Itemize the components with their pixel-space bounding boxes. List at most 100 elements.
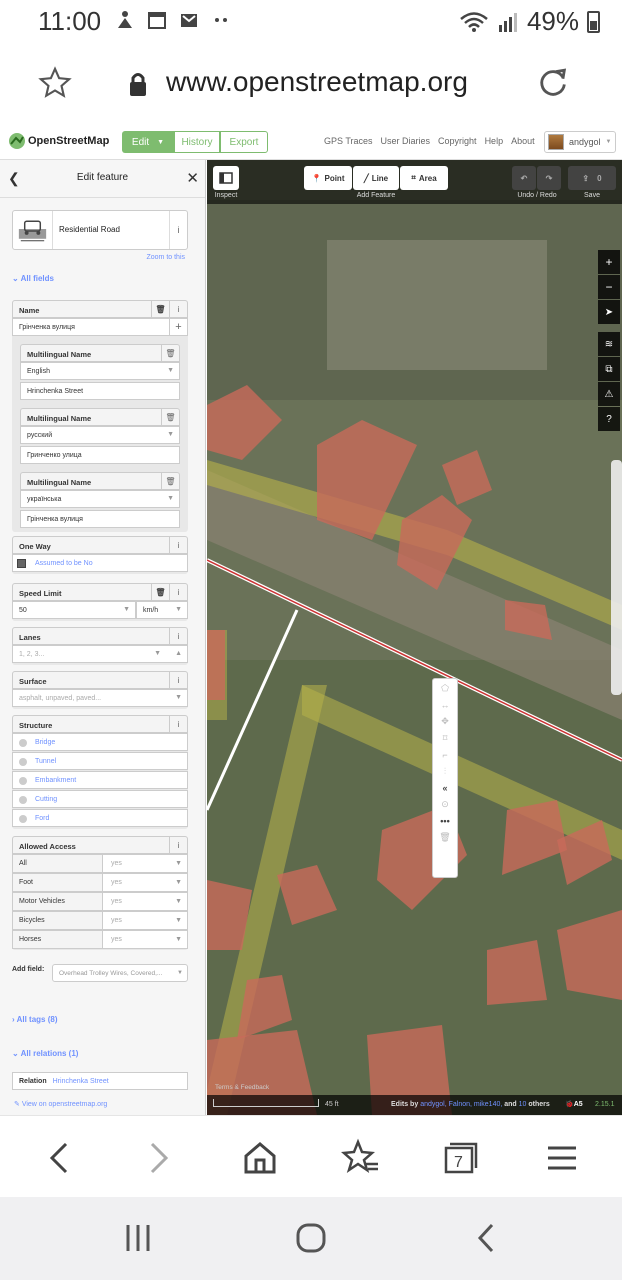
menu-icon[interactable] [542,1138,582,1178]
nav-user-diaries[interactable]: User Diaries [381,136,431,146]
info-icon[interactable]: i [169,628,187,644]
info-icon[interactable]: i [169,301,187,317]
access-row-bicycles[interactable]: Bicycles yes ▼ [12,911,188,930]
access-row-foot[interactable]: Foot yes ▼ [12,873,188,892]
reverse-icon[interactable]: « [442,783,447,793]
structure-option-embankment[interactable]: Embankment [12,771,188,789]
nav-about[interactable]: About [511,136,535,146]
map-canvas[interactable]: Inspect 📍 Point ╱ Line ⌗ Area Add Feature ↶… [207,160,622,1115]
language-select[interactable]: English ▼ [20,362,180,380]
relation-row[interactable]: Relation Hrinchenka Street [12,1072,188,1090]
oneway-checkbox[interactable]: Assumed to be No [12,554,188,572]
add-line-button[interactable]: ╱ Line [353,166,399,190]
info-icon[interactable]: i [169,716,187,732]
chevron-down-icon[interactable]: ▼ [157,139,164,146]
info-icon[interactable]: i [169,584,187,600]
move-icon[interactable]: ✥ [441,716,449,727]
url-text[interactable]: www.openstreetmap.org [166,66,468,98]
language-select[interactable]: русский ▼ [20,426,180,444]
structure-option-ford[interactable]: Ford [12,809,188,827]
home-icon[interactable] [240,1138,280,1178]
localized-name-input[interactable]: Гринченко улица [20,446,180,464]
undo-button[interactable]: ↶ [512,166,536,190]
export-button[interactable]: Export [220,131,268,153]
zoom-in-button[interactable]: + [598,250,620,274]
forward-chevron-icon[interactable] [138,1138,178,1178]
home-circle-icon[interactable] [291,1221,331,1255]
tabs-icon[interactable]: 7 [440,1138,480,1178]
delete-icon[interactable]: 🗑 [439,832,450,843]
osm-logo-icon[interactable] [8,132,26,150]
edit-others-count[interactable]: 10 [519,1101,527,1108]
inspect-button[interactable] [213,166,239,190]
version-label[interactable]: 2.15.1 [595,1101,614,1108]
issues-count[interactable]: 🐞A5 [565,1100,591,1111]
reflect-icon[interactable]: ⫶ [444,766,446,777]
imagery-feedback[interactable]: Terms & Feedback [215,1084,269,1091]
localized-name-input[interactable]: Hrinchenka Street [20,382,180,400]
help-button[interactable]: ? [598,407,620,431]
access-row-motor-vehicles[interactable]: Motor Vehicles yes ▼ [12,892,188,911]
redo-button[interactable]: ↷ [537,166,561,190]
info-icon[interactable]: i [169,211,187,249]
language-select[interactable]: українська ▼ [20,490,180,508]
continue-icon[interactable]: ↔ [441,700,450,710]
surface-combo[interactable]: asphalt, unpaved, paved... ▼ [12,689,188,707]
zoom-to-link[interactable]: Zoom to this [146,254,185,261]
background-button[interactable]: ≋ [598,332,620,356]
access-row-all[interactable]: All yes ▼ [12,854,188,873]
add-area-button[interactable]: ⌗ Area [400,166,448,190]
osm-title[interactable]: OpenStreetMap [28,135,109,147]
save-button[interactable]: ⇪ 0 [568,166,616,190]
edit-button[interactable]: Edit ▼ [122,131,174,153]
trash-icon[interactable]: 🗑 [161,345,179,361]
speed-unit-select[interactable]: km/h ▼ [136,601,188,619]
info-icon[interactable]: i [169,537,187,553]
circularize-icon[interactable]: ⬠ [441,683,449,694]
structure-option-tunnel[interactable]: Tunnel [12,752,188,770]
square-icon[interactable]: ⌑ [443,733,448,744]
back-nav-icon[interactable] [466,1221,506,1255]
structure-option-cutting[interactable]: Cutting [12,790,188,808]
view-on-osm-link[interactable]: ✎ View on openstreetmap.org [14,1100,107,1108]
reload-icon[interactable] [536,66,570,100]
info-icon[interactable]: i [169,837,187,853]
zoom-out-button[interactable]: − [598,275,620,299]
trash-icon[interactable]: 🗑 [151,301,169,317]
speed-value-input[interactable]: 50 ▼ [12,601,136,619]
map-data-button[interactable]: ⧉ [598,357,620,381]
more-dots-icon[interactable]: ••• [440,816,449,826]
access-row-horses[interactable]: Horses yes ▼ [12,930,188,949]
increment-icon[interactable]: ▲ [175,650,182,657]
info-icon[interactable]: i [169,672,187,688]
issues-button[interactable]: ⚠ [598,382,620,406]
recents-icon[interactable] [118,1221,158,1255]
nav-copyright[interactable]: Copyright [438,136,477,146]
localized-name-input[interactable]: Грінченка вулиця [20,510,180,528]
trash-icon[interactable]: 🗑 [161,409,179,425]
geolocate-button[interactable]: ➤ [598,300,620,324]
all-tags-toggle[interactable]: › All tags (8) [12,1015,58,1024]
add-icon[interactable]: + [169,319,187,335]
disconnect-icon[interactable]: ⊙ [441,799,449,810]
lanes-input[interactable]: 1, 2, 3... ▼ ▲ [12,645,188,663]
close-icon[interactable]: ✕ [186,169,199,187]
trash-icon[interactable]: 🗑 [161,473,179,489]
all-relations-toggle[interactable]: ⌄ All relations (1) [12,1049,78,1058]
nav-gps-traces[interactable]: GPS Traces [324,136,373,146]
add-point-button[interactable]: 📍 Point [304,166,352,190]
bookmark-star-icon[interactable] [38,66,72,100]
nav-help[interactable]: Help [485,136,504,146]
back-chevron-icon[interactable] [40,1138,80,1178]
bookmarks-icon[interactable] [340,1138,380,1178]
structure-option-bridge[interactable]: Bridge [12,733,188,751]
trash-icon[interactable]: 🗑 [151,584,169,600]
name-input[interactable]: Грінченка вулиця + [12,318,188,336]
decrement-icon[interactable]: ▼ [154,650,161,657]
history-button[interactable]: History [174,131,220,153]
preset-button[interactable]: Residential Road i [12,210,188,250]
edit-users-link[interactable]: andygol, Falnon, mike140, [420,1101,502,1108]
user-menu[interactable]: andygol ▼ [544,131,616,153]
split-icon[interactable]: ⌐ [442,750,447,760]
add-field-input[interactable]: Overhead Trolley Wires, Covered,... ▼ [52,964,188,982]
